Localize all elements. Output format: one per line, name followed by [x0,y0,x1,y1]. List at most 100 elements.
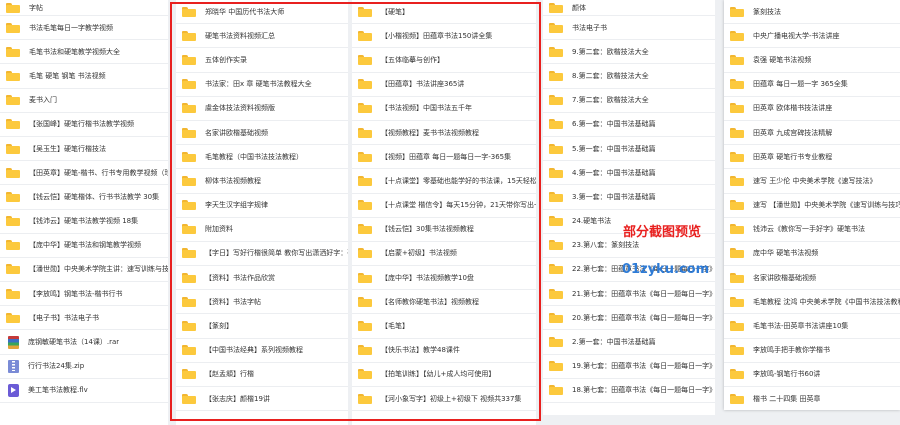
item-label: 【资料】书法字帖 [205,297,261,306]
list-item[interactable]: 毛笔 硬笔 钢笔 书法视频 [0,64,168,89]
list-item[interactable]: 中央广播电视大学-书法讲座 [724,24,900,49]
item-label: 麦书入门 [29,96,57,105]
list-item[interactable]: 【吴玉生】硬笔行楷技法 [0,137,168,162]
list-item[interactable]: 21.第七套：田蕴章书法《每日一题每日一字》365集 [543,282,715,307]
list-item[interactable]: 附加资料 [176,218,348,242]
list-item[interactable]: 【硬笔】 [352,0,536,25]
folder-icon [6,2,20,13]
list-item[interactable]: 【庞中华】书法视频教学10盘 [352,266,536,291]
list-item[interactable]: 速写 【潘世勋】中央美术学院《速写训练与技巧》 [724,194,900,218]
list-item[interactable]: 名家讲欧楷基础视频 [724,266,900,291]
list-item[interactable]: 虞金体技法资料视频版 [176,97,348,121]
list-item[interactable]: 毛笔书法和硬笔教学视频大全 [0,40,168,65]
list-item[interactable]: 李放鸣手把手教你学楷书 [724,339,900,363]
list-item[interactable]: 【视频教程】麦书书法视频教程 [352,121,536,146]
folder-icon [549,2,563,13]
list-item[interactable]: 【拍笔训练】【幼儿+成人均可使用】 [352,363,536,387]
list-item[interactable]: 【田英章】硬笔-楷书、行书专用教学视频（珍藏版） [0,161,168,186]
list-item[interactable]: 【田蕴章】书法讲座365讲 [352,73,536,97]
list-item[interactable]: 庞中华 硬笔书法视频 [724,242,900,267]
list-item[interactable]: 【名师教你硬笔书法】视频教程 [352,290,536,315]
list-item[interactable]: 美工笔书法教程.flv [0,379,168,403]
list-item[interactable]: 【视频】田蕴章 每日一题每日一字-365集 [352,145,536,170]
list-item[interactable]: 字帖 [0,0,168,16]
list-item[interactable]: 19.第七套：田蕴章书法《每日一题每日一字》365集 [543,355,715,379]
list-item[interactable]: 【启蒙+初级】书法视频 [352,242,536,267]
folder-icon [182,54,196,65]
list-item[interactable]: 【篆刻】 [176,314,348,339]
folder-icon [358,151,372,162]
list-item[interactable]: 【十点课堂】零基础也能学好的书法课，15天轻松写出漂亮 [352,169,536,194]
list-item[interactable]: 【庞中华】硬笔书法和钢笔教学视频 [0,234,168,258]
list-item[interactable]: 【字日】写好行楷很简单 教你写出潇洒好字：硬笔 [176,242,348,267]
list-item[interactable]: 颜体 [543,0,715,16]
list-item[interactable]: 郑晓华 中国历代书法大师 [176,0,348,25]
list-item[interactable]: 书法家：田x 章 硬笔书法教程大全 [176,73,348,97]
folder-icon [358,248,372,259]
file-list-panel-5: 篆刻技法 中央广播电视大学-书法讲座 袁强 硬笔书法视频 田蕴章 每日一题一字 365… [724,0,900,410]
list-item[interactable]: 庞钢敏硬笔书法（14课）.rar [0,330,168,355]
list-item[interactable]: 五体创作实录 [176,48,348,73]
item-label: 李放鸣手把手教你学楷书 [753,346,830,355]
list-item[interactable]: 行行书法24集.zip [0,355,168,379]
list-item[interactable]: 【河小象写字】初级上+初级下 视频共337集 [352,387,536,412]
list-item[interactable]: 【张国峰】硬笔行楷书法教学视频 [0,113,168,137]
list-item[interactable]: 李放鸣-钢笔行书60讲 [724,363,900,387]
list-item[interactable]: 【十点课堂 楷信令】每天15分钟，21天带你写出一手漂亮字 [352,194,536,218]
list-item[interactable]: 名家讲欧楷基础视频 [176,121,348,146]
list-item[interactable]: 18.第七套：田蕴章书法《每日一题每日一字》365集 [543,379,715,403]
list-item[interactable]: 毛笔书法-田英章书法讲座10集 [724,314,900,339]
list-item[interactable]: 7.第二套：欧楷技法大全 [543,89,715,113]
list-item[interactable]: 毛笔教程（中国书法技法教程） [176,145,348,170]
list-item[interactable]: 田英章 硬笔行书专业教程 [724,145,900,170]
list-item[interactable]: 【电子书】书法电子书 [0,306,168,331]
list-item[interactable]: 田英章 欧体楷书技法讲座 [724,97,900,121]
list-item[interactable]: 【中国书法经典】系列视频教程 [176,339,348,363]
list-item[interactable]: 【快乐书法】教学48课件 [352,339,536,363]
list-item[interactable]: 【赵孟頫】行楷 [176,363,348,387]
list-item[interactable]: 20.第七套：田蕴章书法《每日一题每日一字》365集 [543,306,715,331]
folder-icon [730,296,744,307]
list-item[interactable]: 3.第一套：中国书法基础篇 [543,185,715,210]
list-item[interactable]: 9.第二套：欧楷技法大全 [543,40,715,65]
folder-icon [6,216,20,227]
folder-icon [549,95,563,106]
list-item[interactable]: 麦书入门 [0,89,168,113]
list-item[interactable]: 书法电子书 [543,16,715,41]
folder-icon [6,312,20,323]
list-item[interactable]: 6.第一套：中国书法基础篇 [543,113,715,137]
item-label: 李天生汉字组字规律 [205,201,268,210]
list-item[interactable]: 5.第一套：中国书法基础篇 [543,137,715,162]
list-item[interactable]: 【毛笔】 [352,314,536,339]
list-item[interactable]: 【资料】书法字帖 [176,290,348,315]
list-item[interactable]: 楷书 二十四集 田英章 [724,387,900,410]
list-item[interactable]: 篆刻技法 [724,0,900,25]
item-label: 【吴玉生】硬笔行楷技法 [29,144,106,153]
list-item[interactable]: 2.第一套：中国书法基础篇 [543,330,715,355]
list-item[interactable]: 书法毛笔每日一字教学视频 [0,16,168,41]
list-item[interactable]: 柳体书法视频教程 [176,169,348,194]
list-item[interactable]: 袁强 硬笔书法视频 [724,48,900,73]
list-item[interactable]: 李天生汉字组字规律 [176,194,348,218]
folder-icon [549,143,563,154]
list-item[interactable]: 【钱云恺】30集书法视频教程 [352,218,536,242]
list-item[interactable]: 【钱云恺】硬笔楷体、行书书法教学 30集 [0,185,168,210]
list-item[interactable]: 【钱沛云】硬笔书法教学视频 18集 [0,210,168,234]
list-item[interactable]: 毛笔教程 沈鸿 中央美术学院《中国书法技法教程》 [724,290,900,315]
list-item[interactable]: 【张志庆】颜楷19讲 [176,387,348,412]
list-item[interactable]: 钱沛云《教你写一手好字》硬笔书法 [724,218,900,242]
item-label: 毛笔 硬笔 钢笔 书法视频 [29,71,106,80]
list-item[interactable]: 8.第二套：欧楷技法大全 [543,64,715,89]
list-item[interactable]: 田蕴章 每日一题一字 365全集 [724,73,900,97]
list-item[interactable]: 【资料】书法作品欣赏 [176,266,348,291]
list-item[interactable]: 硬笔书法资料视频汇总 [176,24,348,49]
list-item[interactable]: 【书法视频】中国书法五千年 [352,97,536,121]
list-item[interactable]: 【小楷视频】田蕴章书法150讲全集 [352,24,536,49]
list-item[interactable]: 【五体临摹与创作】 [352,48,536,73]
folder-icon [730,30,744,41]
list-item[interactable]: 速写 王少伦 中央美术学院《速写技法》 [724,169,900,194]
list-item[interactable]: 【李放鸣】钢笔书法-楷书行书 [0,282,168,307]
list-item[interactable]: 【潘世勋】中央美术学院主讲：速写训练与技巧 [0,258,168,283]
list-item[interactable]: 田英章 九成宫碑技法精解 [724,121,900,146]
list-item[interactable]: 4.第一套：中国书法基础篇 [543,161,715,186]
